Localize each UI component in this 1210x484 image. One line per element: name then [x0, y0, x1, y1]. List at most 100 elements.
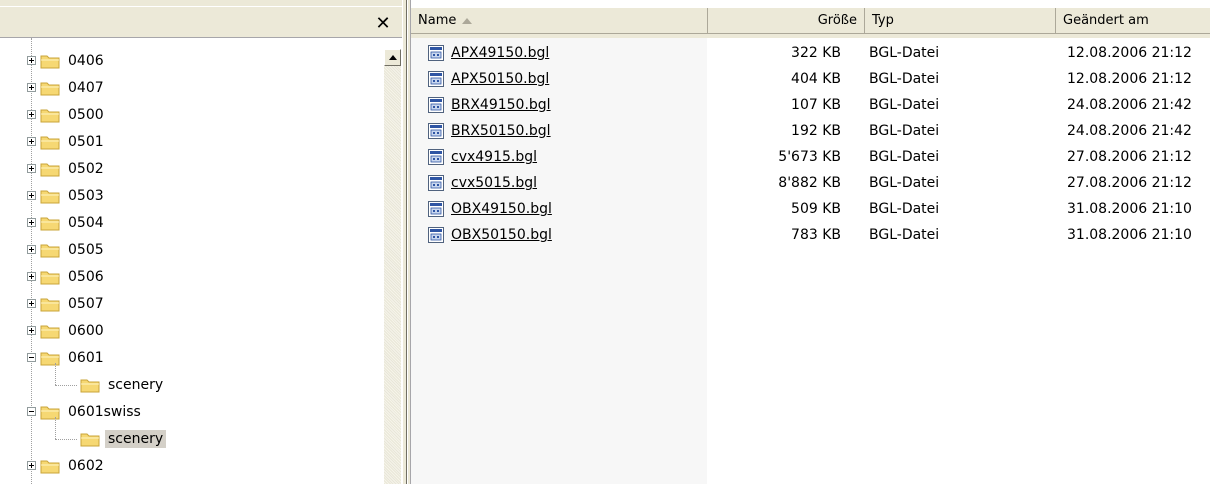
file-name[interactable]: OBX50150.bgl: [451, 222, 552, 248]
collapse-minus-icon[interactable]: [27, 353, 36, 362]
file-name[interactable]: OBX49150.bgl: [451, 196, 552, 222]
close-folder-pane-button[interactable]: ✕: [373, 14, 393, 34]
expand-plus-icon[interactable]: [27, 461, 36, 470]
folder-icon: [80, 431, 100, 447]
expand-plus-icon[interactable]: [27, 83, 36, 92]
file-size: 192 KB: [791, 123, 841, 139]
expand-plus-icon[interactable]: [27, 164, 36, 173]
file-row[interactable]: OBX50150.bgl 783 KB BGL-Datei 31.08.2006 21…: [411, 222, 1210, 248]
column-header-type[interactable]: Typ: [865, 8, 1056, 34]
tree-item[interactable]: 0406: [27, 47, 107, 74]
folder-icon: [40, 242, 60, 258]
file-modified-date: 12.08.2006 21:12: [1067, 45, 1192, 61]
file-size: 8'882 KB: [778, 175, 841, 191]
file-name[interactable]: APX49150.bgl: [451, 40, 549, 66]
folder-icon: [40, 458, 60, 474]
tree-item[interactable]: 0602: [27, 452, 107, 479]
file-size: 322 KB: [791, 45, 841, 61]
tree-item-label: 0501: [68, 133, 104, 150]
file-name[interactable]: BRX50150.bgl: [451, 118, 551, 144]
folder-tree: 0406 0407 0500 0501 0502 0503 0504 0505 0506 0507…: [0, 38, 384, 484]
expand-plus-icon[interactable]: [27, 272, 36, 281]
tree-item[interactable]: 0503: [27, 182, 107, 209]
bgl-file-icon: [427, 70, 445, 88]
tree-item[interactable]: 0500: [27, 101, 107, 128]
tree-item-label: 0500: [68, 106, 104, 123]
file-row[interactable]: APX50150.bgl 404 KB BGL-Datei 12.08.2006 21…: [411, 66, 1210, 92]
tree-item[interactable]: 0601: [27, 344, 107, 371]
expand-plus-icon[interactable]: [27, 218, 36, 227]
file-row[interactable]: APX49150.bgl 322 KB BGL-Datei 12.08.2006 21…: [411, 40, 1210, 66]
tree-item[interactable]: 0505: [27, 236, 107, 263]
expand-plus-icon[interactable]: [27, 299, 36, 308]
folder-icon: [40, 269, 60, 285]
file-type: BGL-Datei: [869, 227, 940, 243]
expand-plus-icon[interactable]: [27, 245, 36, 254]
file-modified-date: 12.08.2006 21:12: [1067, 71, 1192, 87]
file-row[interactable]: BRX50150.bgl 192 KB BGL-Datei 24.08.2006 21…: [411, 118, 1210, 144]
folder-icon: [40, 350, 60, 366]
tree-item[interactable]: 0504: [27, 209, 107, 236]
file-name[interactable]: cvx4915.bgl: [451, 144, 537, 170]
pane-splitter[interactable]: [402, 0, 411, 484]
tree-item-label: 0407: [68, 79, 104, 96]
tree-item[interactable]: 0502: [27, 155, 107, 182]
tree-item[interactable]: 0600: [27, 317, 107, 344]
bgl-file-icon: [427, 200, 445, 218]
folder-icon: [40, 134, 60, 150]
expand-plus-icon[interactable]: [27, 326, 36, 335]
file-row[interactable]: BRX49150.bgl 107 KB BGL-Datei 24.08.2006 21…: [411, 92, 1210, 118]
tree-item[interactable]: 0501: [27, 128, 107, 155]
file-name[interactable]: APX50150.bgl: [451, 66, 549, 92]
folder-icon: [40, 80, 60, 96]
tree-item[interactable]: 0506: [27, 263, 107, 290]
folder-icon: [40, 107, 60, 123]
folder-icon: [40, 215, 60, 231]
tree-item[interactable]: 0601swiss: [27, 398, 144, 425]
file-modified-date: 24.08.2006 21:42: [1067, 123, 1192, 139]
tree-connector: [55, 385, 77, 386]
expand-plus-icon[interactable]: [27, 191, 36, 200]
file-modified-date: 31.08.2006 21:10: [1067, 227, 1192, 243]
file-row[interactable]: OBX49150.bgl 509 KB BGL-Datei 31.08.2006 21…: [411, 196, 1210, 222]
column-header-name-label: Name: [418, 13, 457, 28]
expand-plus-icon[interactable]: [27, 110, 36, 119]
tree-item-label: 0602: [68, 457, 104, 474]
expand-plus-icon[interactable]: [27, 137, 36, 146]
bgl-file-icon: [427, 174, 445, 192]
collapse-minus-icon[interactable]: [27, 407, 36, 416]
file-type: BGL-Datei: [869, 45, 940, 61]
tree-item[interactable]: 0407: [27, 74, 107, 101]
tree-item-label: 0601swiss: [68, 403, 141, 420]
tree-item[interactable]: scenery: [80, 425, 167, 452]
file-size: 404 KB: [791, 71, 841, 87]
tree-item-label: 0406: [68, 52, 104, 69]
file-type: BGL-Datei: [869, 97, 940, 113]
file-modified-date: 31.08.2006 21:10: [1067, 201, 1192, 217]
expand-plus-icon[interactable]: [27, 56, 36, 65]
tree-item[interactable]: scenery: [80, 371, 166, 398]
tree-item[interactable]: 0507: [27, 290, 107, 317]
file-size: 783 KB: [791, 227, 841, 243]
folder-icon: [40, 161, 60, 177]
file-size: 107 KB: [791, 97, 841, 113]
bgl-file-icon: [427, 148, 445, 166]
file-type: BGL-Datei: [869, 123, 940, 139]
tree-connector: [55, 439, 77, 440]
file-type: BGL-Datei: [869, 175, 940, 191]
scroll-up-arrow-icon[interactable]: [384, 49, 401, 66]
file-name[interactable]: cvx5015.bgl: [451, 170, 537, 196]
file-size: 5'673 KB: [778, 149, 841, 165]
folder-icon: [40, 404, 60, 420]
column-header-size[interactable]: Größe: [708, 8, 865, 34]
file-row[interactable]: cvx5015.bgl 8'882 KB BGL-Datei 27.08.2006 2…: [411, 170, 1210, 196]
column-header-name[interactable]: Name: [411, 8, 708, 34]
tree-item-label: 0600: [68, 322, 104, 339]
folder-tree-pane: ✕ 0406 0407 0500 0501 0502 0503 0504 0505 0506 05…: [0, 0, 402, 484]
column-header-modified[interactable]: Geändert am: [1056, 8, 1210, 34]
bgl-file-icon: [427, 96, 445, 114]
tree-scrollbar[interactable]: [384, 49, 401, 484]
tree-item-label: 0507: [68, 295, 104, 312]
file-name[interactable]: BRX49150.bgl: [451, 92, 551, 118]
file-row[interactable]: cvx4915.bgl 5'673 KB BGL-Datei 27.08.2006 2…: [411, 144, 1210, 170]
